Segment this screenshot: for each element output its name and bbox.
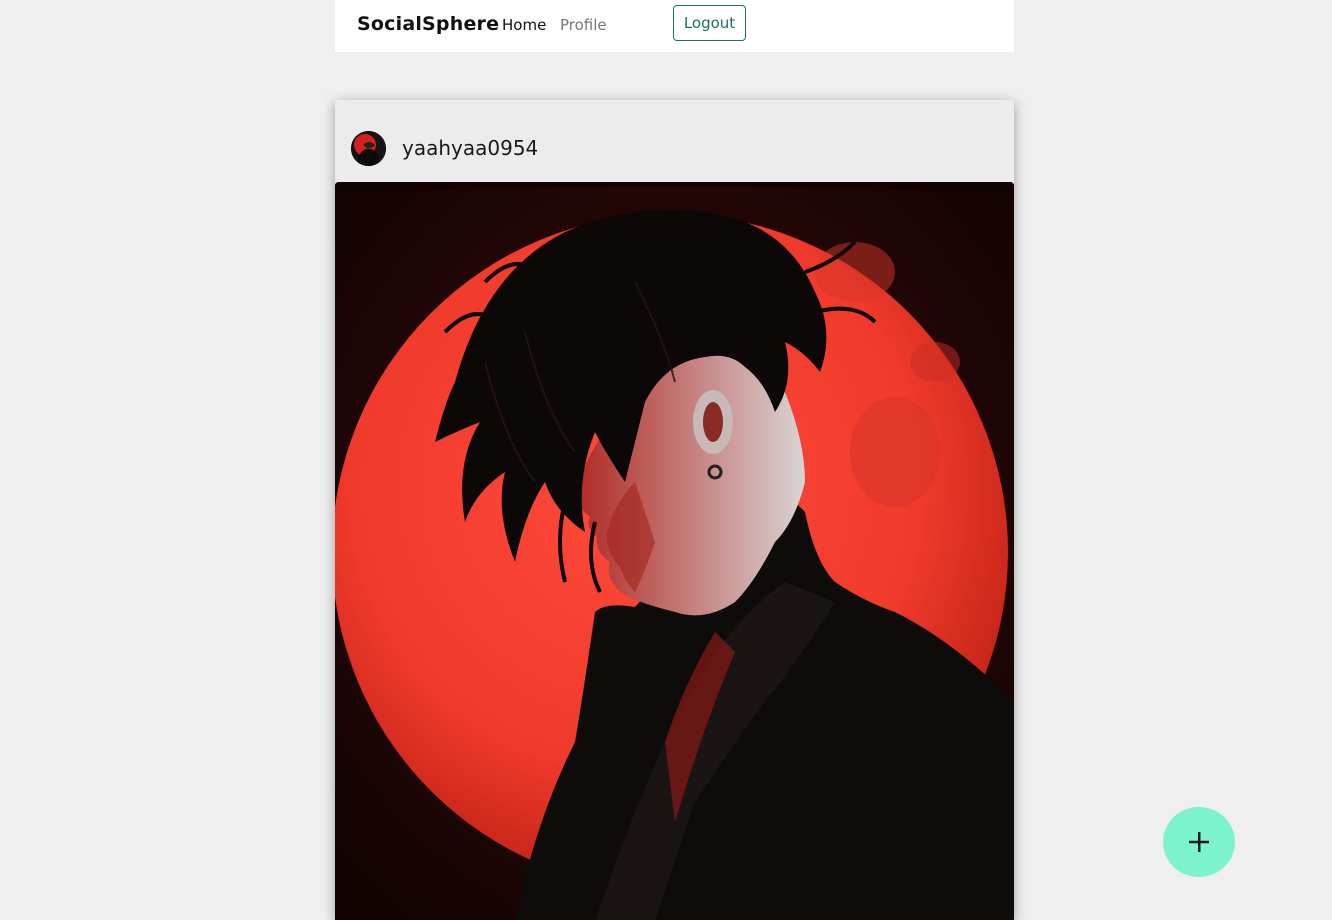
- plus-icon: [1189, 832, 1209, 852]
- logout-button[interactable]: Logout: [673, 5, 746, 41]
- nav-link-home[interactable]: Home: [502, 16, 546, 34]
- post-card: yaahyaa0954: [335, 100, 1014, 920]
- brand-logo[interactable]: SocialSphere: [357, 13, 499, 35]
- navbar: SocialSphere Home Profile Logout: [335, 0, 1014, 52]
- add-post-button[interactable]: [1163, 807, 1235, 877]
- post-username[interactable]: yaahyaa0954: [402, 136, 538, 160]
- user-avatar-icon[interactable]: [351, 131, 386, 166]
- post-image[interactable]: [335, 182, 1014, 920]
- nav-link-profile[interactable]: Profile: [560, 16, 607, 34]
- post-header: yaahyaa0954: [335, 100, 1014, 182]
